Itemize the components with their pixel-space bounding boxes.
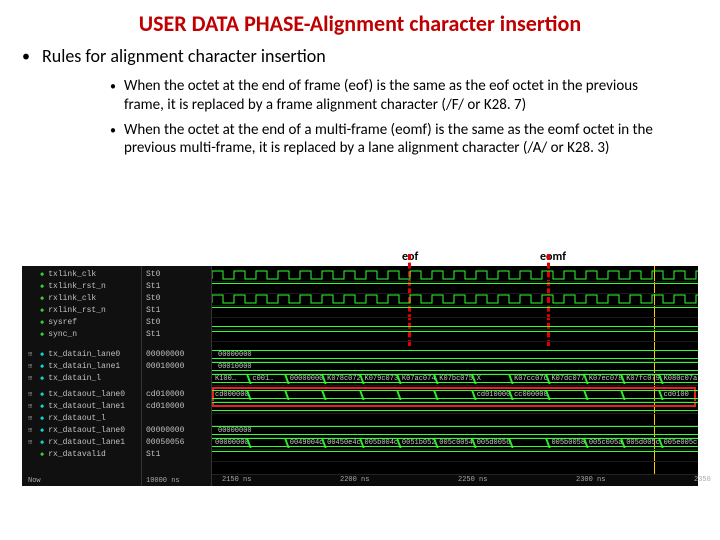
bus-cell-text: 005d005c: [626, 439, 660, 447]
annotation-eomf: eomf: [540, 250, 566, 264]
timescale-tick: 2200 ns: [340, 476, 369, 484]
sub-bullets: • When the octet at the end of frame (eo…: [0, 77, 720, 158]
timescale-tick: 2150 ns: [222, 476, 251, 484]
bus-cell-text: K07cc076: [514, 375, 548, 383]
signal-name: ◆txlink_rst_n: [28, 282, 106, 291]
signal-name: ⊞◆tx_dataout_lane0: [28, 390, 125, 399]
bus-wave: 00010000: [212, 362, 698, 371]
bus-cell-text: K07bc075: [439, 375, 473, 383]
signal-names-column: ◆txlink_clk ◆txlink_rst_n ◆rxlink_clk ◆rxli…: [22, 266, 142, 486]
bus-cell-text: 00000000: [290, 375, 324, 383]
signal-name: ◆sync_n: [28, 330, 77, 339]
signal-value: St0: [146, 294, 160, 303]
bus-cell-text: K07ac074: [402, 375, 436, 383]
wave-hi: [212, 451, 698, 452]
bus-cell-text: 00000000: [215, 439, 249, 447]
bus-cell-text: K080c07a: [664, 375, 698, 383]
wave-hi: [212, 331, 698, 332]
bus-cell-text: c001…: [252, 375, 273, 383]
bullet-dot: •: [110, 121, 116, 159]
signal-value: St1: [146, 282, 160, 291]
signal-name: ◆rxlink_clk: [28, 294, 96, 303]
bus-wave: 00000000 0049004c00450e4c 005b004c0051b052…: [212, 438, 698, 447]
bus-wave: 00000000: [212, 350, 698, 359]
bus-wave: K100… c001… 00000000K078c072 K079c073K07ac0…: [212, 374, 698, 383]
bus-cell-text: 005d0056: [477, 439, 511, 447]
signal-value: cd010000: [146, 390, 184, 399]
signal-value: 00010000: [146, 362, 184, 371]
signal-value: St1: [146, 306, 160, 315]
bus-cell-text: 005c005a: [589, 439, 623, 447]
signal-value: 00000000: [146, 350, 184, 359]
signal-name: ◆rxlink_rst_n: [28, 306, 106, 315]
bus-cell-text: 005b004c: [365, 439, 399, 447]
bus-cell-text: cd010000: [477, 391, 511, 399]
sub-bullet-1: • When the octet at the end of frame (eo…: [110, 77, 660, 115]
waveform-plot: 0000000000010000K100…c001…00000000K078c0…: [212, 266, 698, 486]
bus-cell-text: K079c073: [365, 375, 399, 383]
bus-wave: [212, 402, 698, 411]
bus-cell-text: K07ec078: [589, 375, 623, 383]
sub-bullet-2-text: When the octet at the end of a multi-fra…: [124, 121, 660, 159]
signal-name: ⊞◆rx_dataout_lane1: [28, 438, 125, 447]
signal-name: ⊞◆tx_datain_lane1: [28, 362, 120, 371]
wave-hi: [212, 307, 698, 308]
bus-cell-text: 0051b052: [402, 439, 436, 447]
signal-value: 00000000: [146, 426, 184, 435]
bus-cell-text: 005e005c: [664, 439, 698, 447]
signal-value: 00050056: [146, 438, 184, 447]
signal-name: ⊞◆tx_datain_lane0: [28, 350, 120, 359]
bus-cell-text: cd0100: [664, 391, 689, 399]
footer-now-value: 10000 ns: [146, 477, 180, 485]
bus-cell-text: 00450e4c: [327, 439, 361, 447]
bus-cell-text: 0049004c: [290, 439, 324, 447]
bullet-main-text: Rules for alignment character insertion: [42, 45, 326, 69]
bus-cell-text: cd000000: [215, 391, 249, 399]
signal-value: St0: [146, 270, 160, 279]
bullet-dot: •: [22, 45, 30, 69]
timescale-tick: 2350: [694, 476, 711, 484]
bus-cell-text: K07dc077: [551, 375, 585, 383]
signal-value: cd010000: [146, 402, 184, 411]
waveform-viewer: ◆txlink_clk ◆txlink_rst_n ◆rxlink_clk ◆rxli…: [22, 266, 698, 486]
timescale-tick: 2300 ns: [576, 476, 605, 484]
sub-bullet-1-text: When the octet at the end of frame (eof)…: [124, 77, 660, 115]
slide-title: USER DATA PHASE-Alignment character inse…: [0, 0, 720, 43]
bus-cell-text: 005c0054: [439, 439, 473, 447]
signal-name: ⊞◆rx_dataout_l: [28, 414, 106, 423]
signal-value: St0: [146, 318, 160, 327]
sub-bullet-2: • When the octet at the end of a multi-f…: [110, 121, 660, 159]
signal-name: ◆txlink_clk: [28, 270, 96, 279]
bus-cell-text: K100…: [215, 375, 236, 383]
signal-name: ⊞◆tx_datain_l: [28, 374, 101, 383]
footer-now-label: Now: [28, 477, 41, 485]
signal-value: St1: [146, 450, 160, 459]
bus-wave: 00000000: [212, 426, 698, 435]
signal-name: ⊞◆tx_dataout_lane1: [28, 402, 125, 411]
timescale-tick: 2250 ns: [458, 476, 487, 484]
wave-hi: [212, 283, 698, 284]
bullet-dot: •: [110, 77, 116, 115]
bus-cell-text: K07fc079: [626, 375, 660, 383]
signal-name: ◆sysref: [28, 318, 77, 327]
timescale-ruler: 2150 ns2200 ns2250 ns2300 ns2350: [212, 474, 698, 486]
bus-cell-text: cc000000: [514, 391, 548, 399]
bus-cell-text: X: [477, 375, 481, 383]
wave-lo: [212, 326, 698, 327]
bus-wave: cd000000 cd010000cc000000 cd0100: [212, 390, 698, 399]
bullet-main: • Rules for alignment character insertio…: [0, 43, 720, 77]
bus-cell-text: 005b0058: [551, 439, 585, 447]
signal-values-column: St0 St1 St0 St1 St0 St1 00000000 00010000 cd0100…: [142, 266, 212, 486]
signal-name: ⊞◆rx_dataout_lane0: [28, 426, 125, 435]
signal-value: St1: [146, 330, 160, 339]
bus-cell-text: K078c072: [327, 375, 361, 383]
signal-name: ◆rx_datavalid: [28, 450, 106, 459]
